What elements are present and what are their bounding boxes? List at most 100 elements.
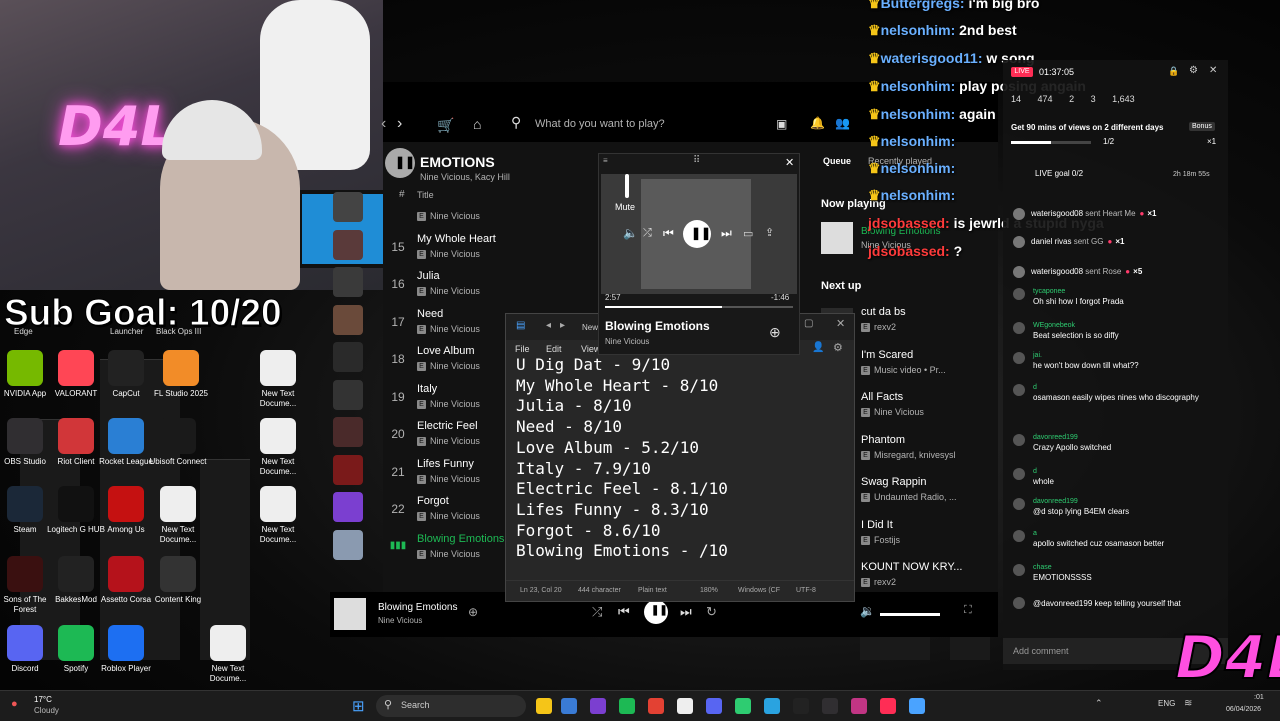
progress-bar[interactable] [605, 306, 793, 308]
share-icon[interactable]: ⇪ [765, 226, 774, 239]
mini-artist[interactable]: Nine Vicious [605, 337, 649, 346]
track-artist[interactable]: E Nine Vicious [417, 549, 480, 559]
queue-item[interactable]: I'm Scared E Music video • Pr... [821, 349, 996, 389]
track-title[interactable]: Electric Feel [417, 420, 478, 432]
tab-next-icon[interactable]: ▸ [560, 320, 565, 331]
track-artist[interactable]: E Nine Vicious [417, 286, 480, 297]
tray-arrow-icon[interactable]: ⌃ [1095, 698, 1103, 709]
obs-icon[interactable] [822, 698, 838, 714]
drag-handle-icon[interactable]: ⠿ [693, 155, 700, 166]
store-icon[interactable] [561, 698, 577, 714]
track-title[interactable]: Italy [417, 383, 437, 395]
playlist-pause-button[interactable]: ❚❚ [385, 148, 415, 178]
sidebar-library-thumb[interactable] [333, 529, 363, 560]
track-artist[interactable]: E Nine Vicious [417, 511, 480, 522]
queue-item[interactable]: All Facts E Nine Vicious [821, 391, 996, 431]
desktop-icon[interactable]: Content King [145, 556, 211, 605]
track-artist[interactable]: E Nine Vicious [417, 249, 480, 259]
track-artist[interactable]: E Nine Vicious [417, 324, 480, 334]
sidebar-library-thumb[interactable] [333, 304, 363, 335]
queue-item[interactable]: cut da bs Erexv2 [821, 306, 996, 346]
weather-icon[interactable]: ● [11, 698, 18, 710]
search-bar[interactable]: ⚲ What do you want to play? [503, 110, 763, 138]
telegram-icon[interactable] [764, 698, 780, 714]
shuffle-icon[interactable]: ⤮ [592, 604, 602, 620]
forward-arrow-icon[interactable]: › [397, 115, 402, 133]
track-title[interactable]: My Whole Heart [417, 233, 496, 245]
track-row[interactable]: E Nine Vicious [333, 192, 613, 229]
add-icon[interactable]: ⊕ [769, 324, 781, 341]
wifi-icon[interactable]: ≋ [1184, 698, 1192, 709]
bell-icon[interactable]: 🔔 [810, 116, 825, 130]
sidebar-library-thumb[interactable] [333, 229, 363, 260]
track-title[interactable]: Love Album [417, 345, 474, 357]
play-pause-button[interactable]: ❚❚ [683, 220, 711, 248]
gear-icon[interactable]: ⚙ [1189, 65, 1198, 76]
menu-edit[interactable]: Edit [546, 344, 562, 354]
language-indicator[interactable]: ENG [1158, 699, 1175, 708]
lock-icon[interactable]: 🔒 [1168, 66, 1179, 77]
track-title[interactable]: Lifes Funny [417, 458, 474, 470]
search-input[interactable]: What do you want to play? [535, 118, 665, 130]
mini-title[interactable]: Blowing Emotions [605, 319, 710, 333]
playback-artist[interactable]: Nine Vicious [378, 616, 422, 625]
play-pause-button[interactable]: ❚❚ [644, 600, 668, 624]
track-title[interactable]: Julia [417, 270, 440, 282]
track-title[interactable]: Blowing Emotions [417, 533, 504, 545]
volume-slider[interactable] [625, 174, 629, 198]
desktop-icon[interactable]: FL Studio 2025 [148, 350, 214, 399]
track-row[interactable]: 16 Julia E Nine Vicious [333, 267, 613, 304]
menu-icon[interactable]: ≡ [603, 156, 608, 165]
weather-temp[interactable]: 17°C [34, 695, 52, 704]
volume-slider[interactable] [880, 613, 940, 616]
account-icon[interactable]: 👤 [812, 342, 824, 353]
queue-item[interactable]: Phantom E Misregard, knivesysl [821, 434, 996, 474]
next-icon[interactable]: ⏭ [680, 604, 692, 620]
queue-item[interactable]: KOUNT NOW KRY... Erexv2 [821, 561, 996, 601]
sidebar-library-thumb[interactable] [333, 379, 363, 410]
desktop-icon[interactable]: New Text Docume... [245, 418, 311, 477]
previous-icon[interactable]: ⏮ [618, 604, 630, 620]
taskbar-search[interactable]: ⚲ Search [376, 695, 526, 717]
settings-icon[interactable]: ⚙ [833, 341, 843, 354]
friends-icon[interactable]: 👥 [835, 116, 850, 130]
close-icon[interactable]: ✕ [836, 317, 845, 330]
close-icon[interactable]: ✕ [1209, 65, 1217, 76]
sidebar-library-thumb[interactable] [333, 192, 363, 222]
queue-item[interactable]: Swag Rappin E Undaunted Radio, ... [821, 476, 996, 516]
queue-item[interactable]: I Did It E Fostijs [821, 519, 996, 559]
tiktok-icon[interactable] [880, 698, 896, 714]
app-icon[interactable] [735, 698, 751, 714]
capcut-icon[interactable] [793, 698, 809, 714]
close-icon[interactable]: ✕ [785, 156, 794, 169]
home-icon[interactable]: ⌂ [473, 116, 481, 132]
weather-desc[interactable]: Cloudy [34, 706, 59, 715]
notepad-tab[interactable]: New [582, 323, 598, 332]
track-row[interactable]: 15 My Whole Heart E Nine Vicious [333, 229, 613, 267]
fullscreen-icon[interactable]: ⛶ [964, 604, 972, 617]
next-icon[interactable]: ⏭ [721, 226, 732, 241]
desktop-icon[interactable]: Ubisoft Connect [145, 418, 211, 467]
instagram-icon[interactable] [851, 698, 867, 714]
add-comment-input[interactable]: Add comment [1013, 646, 1069, 656]
notepad-icon[interactable] [909, 698, 925, 714]
track-artist[interactable]: E Nine Vicious [417, 474, 480, 484]
sidebar-library-thumb[interactable] [333, 267, 363, 297]
device-icon[interactable]: ▭ [743, 227, 753, 240]
app-icon[interactable] [590, 698, 606, 714]
volume-icon[interactable]: 🔉 [860, 604, 875, 618]
repeat-icon[interactable]: ↻ [706, 604, 717, 620]
track-artist[interactable]: E Nine Vicious [417, 361, 480, 372]
desktop-icon[interactable]: New Text Docume... [145, 486, 211, 545]
discord-icon[interactable] [706, 698, 722, 714]
cart-icon[interactable]: 🛒 [437, 117, 454, 134]
track-title[interactable]: Need [417, 308, 443, 320]
shuffle-icon[interactable]: ⤮ [643, 227, 652, 240]
desktop-icon[interactable]: New Text Docume... [245, 486, 311, 545]
track-title[interactable]: Forgot [417, 495, 449, 507]
maximize-icon[interactable]: ▢ [804, 318, 813, 329]
playback-title[interactable]: Blowing Emotions [378, 602, 457, 613]
previous-icon[interactable]: ⏮ [663, 226, 674, 241]
pc-icon[interactable] [677, 698, 693, 714]
desktop-icon[interactable]: New Text Docume... [195, 625, 261, 684]
